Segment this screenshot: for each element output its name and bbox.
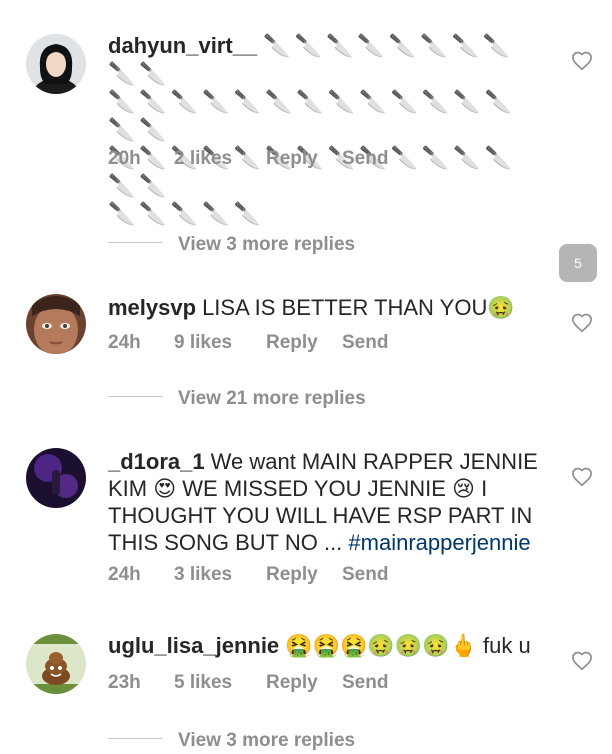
comment-text: melysvp LISA IS BETTER THAN YOU🤢	[108, 294, 538, 322]
comment-likes[interactable]: 5 likes	[174, 672, 266, 694]
comment-meta: 23h 5 likes Reply Send	[108, 672, 388, 694]
comment-text: dahyun_virt__ 🔪🔪🔪🔪🔪🔪🔪🔪🔪🔪 🔪🔪🔪🔪🔪🔪🔪🔪🔪🔪🔪🔪🔪🔪🔪 …	[108, 32, 538, 228]
heart-icon[interactable]	[571, 50, 593, 72]
comment-username[interactable]: melysvp	[108, 295, 196, 320]
comment-username[interactable]: uglu_lisa_jennie	[108, 633, 279, 658]
comment-likes[interactable]: 9 likes	[174, 332, 266, 354]
knife-emoji-row: 🔪🔪🔪🔪🔪🔪🔪🔪🔪🔪🔪🔪🔪🔪🔪	[108, 89, 517, 142]
comment-item: melysvp LISA IS BETTER THAN YOU🤢 24h 9 lik…	[0, 280, 612, 440]
heart-icon[interactable]	[571, 650, 593, 672]
send-button[interactable]: Send	[342, 564, 388, 586]
avatar[interactable]	[26, 448, 86, 508]
view-more-line	[108, 738, 162, 740]
comment-body: 🤮🤮🤮🤢🤢🤢🖕 fuk u	[285, 633, 531, 658]
page-count-badge[interactable]: 5	[559, 244, 597, 282]
view-more-label: View 21 more replies	[178, 388, 366, 409]
comment-meta: 24h 9 likes Reply Send	[108, 332, 388, 354]
comment-likes[interactable]: 3 likes	[174, 564, 266, 586]
comment-time: 24h	[108, 332, 141, 353]
reply-button[interactable]: Reply	[266, 564, 342, 586]
heart-icon[interactable]	[571, 312, 593, 334]
view-more-replies[interactable]: View 3 more replies	[108, 730, 355, 754]
comment-meta: 20h 2 likes Reply Send	[108, 148, 388, 170]
comment-time: 24h	[108, 564, 141, 585]
reply-button[interactable]: Reply	[266, 332, 342, 354]
knife-emoji-row: 🔪🔪🔪🔪🔪	[108, 201, 265, 226]
heart-icon[interactable]	[571, 466, 593, 488]
hashtag-link[interactable]: #mainrapperjennie	[348, 530, 530, 555]
reply-button[interactable]: Reply	[266, 148, 342, 170]
view-more-line	[108, 242, 162, 244]
view-more-label: View 3 more replies	[178, 234, 356, 255]
comment-time: 20h	[108, 148, 141, 169]
view-more-label: View 3 more replies	[178, 730, 356, 751]
comment-username[interactable]: dahyun_virt__	[108, 33, 257, 58]
comment-body: LISA IS BETTER THAN YOU🤢	[202, 295, 515, 320]
comment-item: uglu_lisa_jennie 🤮🤮🤮🤢🤢🤢🖕 fuk u 23h 5 likes…	[0, 620, 612, 752]
comment-item: _d1ora_1 We want MAIN RAPPER JENNIE KIM 😍…	[0, 440, 612, 620]
comment-item: dahyun_virt__ 🔪🔪🔪🔪🔪🔪🔪🔪🔪🔪 🔪🔪🔪🔪🔪🔪🔪🔪🔪🔪🔪🔪🔪🔪🔪 …	[0, 0, 612, 255]
comment-time: 23h	[108, 672, 141, 693]
avatar[interactable]	[26, 34, 86, 94]
view-more-replies[interactable]: View 21 more replies	[108, 388, 366, 412]
view-more-replies[interactable]: View 3 more replies	[108, 234, 355, 258]
view-more-line	[108, 396, 162, 398]
comment-text: _d1ora_1 We want MAIN RAPPER JENNIE KIM 😍…	[108, 448, 548, 556]
avatar[interactable]	[26, 294, 86, 354]
comment-username[interactable]: _d1ora_1	[108, 449, 205, 474]
send-button[interactable]: Send	[342, 332, 388, 354]
comment-text: uglu_lisa_jennie 🤮🤮🤮🤢🤢🤢🖕 fuk u	[108, 632, 538, 660]
send-button[interactable]: Send	[342, 148, 388, 170]
avatar[interactable]	[26, 634, 86, 694]
reply-button[interactable]: Reply	[266, 672, 342, 694]
comment-likes[interactable]: 2 likes	[174, 148, 266, 170]
send-button[interactable]: Send	[342, 672, 388, 694]
comment-meta: 24h 3 likes Reply Send	[108, 564, 388, 586]
